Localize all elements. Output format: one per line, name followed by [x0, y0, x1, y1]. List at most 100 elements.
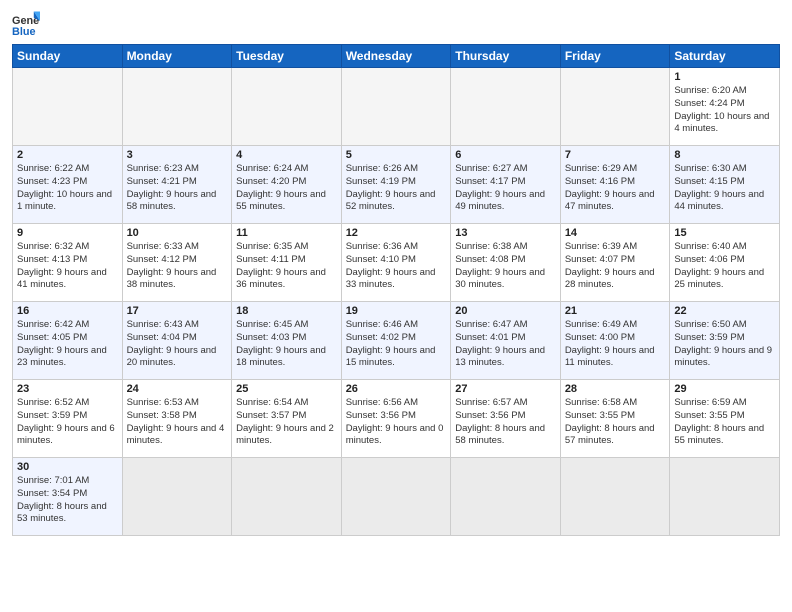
day-number: 17 — [127, 305, 228, 317]
day-info: Sunrise: 6:58 AM Sunset: 3:55 PM Dayligh… — [565, 397, 666, 448]
day-info: Sunrise: 6:27 AM Sunset: 4:17 PM Dayligh… — [455, 163, 556, 214]
day-number: 14 — [565, 227, 666, 239]
day-number: 26 — [346, 383, 447, 395]
day-number: 1 — [674, 71, 775, 83]
calendar-day-empty — [13, 68, 123, 146]
day-info: Sunrise: 6:43 AM Sunset: 4:04 PM Dayligh… — [127, 319, 228, 370]
day-number: 9 — [17, 227, 118, 239]
calendar-table: SundayMondayTuesdayWednesdayThursdayFrid… — [12, 44, 780, 536]
calendar-day-18: 18 Sunrise: 6:45 AM Sunset: 4:03 PM Dayli… — [232, 302, 342, 380]
calendar-week-row: 30 Sunrise: 7:01 AM Sunset: 3:54 PM Dayli… — [13, 458, 780, 536]
weekday-header-saturday: Saturday — [670, 45, 780, 68]
weekday-header-tuesday: Tuesday — [232, 45, 342, 68]
day-info: Sunrise: 7:01 AM Sunset: 3:54 PM Dayligh… — [17, 475, 118, 526]
day-info: Sunrise: 6:35 AM Sunset: 4:11 PM Dayligh… — [236, 241, 337, 292]
calendar-day-16: 16Sunrise: 6:42 AM Sunset: 4:05 PM Dayli… — [13, 302, 123, 380]
calendar-day-empty — [122, 68, 232, 146]
day-number: 10 — [127, 227, 228, 239]
calendar-day-empty — [560, 458, 670, 536]
calendar-day-15: 15 Sunrise: 6:40 AM Sunset: 4:06 PM Dayli… — [670, 224, 780, 302]
calendar-day-24: 24Sunrise: 6:53 AM Sunset: 3:58 PM Dayli… — [122, 380, 232, 458]
day-info: Sunrise: 6:23 AM Sunset: 4:21 PM Dayligh… — [127, 163, 228, 214]
day-number: 4 — [236, 149, 337, 161]
day-info: Sunrise: 6:59 AM Sunset: 3:55 PM Dayligh… — [674, 397, 775, 448]
calendar-day-22: 22 Sunrise: 6:50 AM Sunset: 3:59 PM Dayli… — [670, 302, 780, 380]
day-number: 3 — [127, 149, 228, 161]
day-info: Sunrise: 6:22 AM Sunset: 4:23 PM Dayligh… — [17, 163, 118, 214]
day-info: Sunrise: 6:45 AM Sunset: 4:03 PM Dayligh… — [236, 319, 337, 370]
day-info: Sunrise: 6:24 AM Sunset: 4:20 PM Dayligh… — [236, 163, 337, 214]
day-number: 13 — [455, 227, 556, 239]
day-number: 28 — [565, 383, 666, 395]
day-number: 8 — [674, 149, 775, 161]
calendar-day-9: 9 Sunrise: 6:32 AM Sunset: 4:13 PM Daylig… — [13, 224, 123, 302]
calendar-day-20: 20 Sunrise: 6:47 AM Sunset: 4:01 PM Dayli… — [451, 302, 561, 380]
day-number: 21 — [565, 305, 666, 317]
day-number: 30 — [17, 461, 118, 473]
day-number: 7 — [565, 149, 666, 161]
calendar-day-empty — [670, 458, 780, 536]
day-info: Sunrise: 6:38 AM Sunset: 4:08 PM Dayligh… — [455, 241, 556, 292]
day-number: 12 — [346, 227, 447, 239]
calendar-day-10: 10Sunrise: 6:33 AM Sunset: 4:12 PM Dayli… — [122, 224, 232, 302]
calendar-day-empty — [232, 458, 342, 536]
day-info: Sunrise: 6:54 AM Sunset: 3:57 PM Dayligh… — [236, 397, 337, 448]
weekday-header-thursday: Thursday — [451, 45, 561, 68]
calendar-day-7: 7 Sunrise: 6:29 AM Sunset: 4:16 PM Daylig… — [560, 146, 670, 224]
calendar-header-row: SundayMondayTuesdayWednesdayThursdayFrid… — [13, 45, 780, 68]
day-info: Sunrise: 6:47 AM Sunset: 4:01 PM Dayligh… — [455, 319, 556, 370]
day-number: 24 — [127, 383, 228, 395]
day-info: Sunrise: 6:50 AM Sunset: 3:59 PM Dayligh… — [674, 319, 775, 370]
calendar-day-4: 4 Sunrise: 6:24 AM Sunset: 4:20 PM Daylig… — [232, 146, 342, 224]
svg-text:Blue: Blue — [12, 26, 36, 38]
calendar-week-row: 1 Sunrise: 6:20 AM Sunset: 4:24 PM Daylig… — [13, 68, 780, 146]
day-info: Sunrise: 6:20 AM Sunset: 4:24 PM Dayligh… — [674, 85, 775, 136]
calendar-day-17: 17 Sunrise: 6:43 AM Sunset: 4:04 PM Dayli… — [122, 302, 232, 380]
calendar-day-19: 19Sunrise: 6:46 AM Sunset: 4:02 PM Dayli… — [341, 302, 451, 380]
calendar-day-1: 1 Sunrise: 6:20 AM Sunset: 4:24 PM Daylig… — [670, 68, 780, 146]
day-info: Sunrise: 6:42 AM Sunset: 4:05 PM Dayligh… — [17, 319, 118, 370]
calendar-day-27: 27 Sunrise: 6:57 AM Sunset: 3:56 PM Dayli… — [451, 380, 561, 458]
calendar-day-2: 2 Sunrise: 6:22 AM Sunset: 4:23 PM Daylig… — [13, 146, 123, 224]
day-number: 20 — [455, 305, 556, 317]
day-number: 15 — [674, 227, 775, 239]
calendar-day-23: 23 Sunrise: 6:52 AM Sunset: 3:59 PM Dayli… — [13, 380, 123, 458]
day-number: 2 — [17, 149, 118, 161]
day-number: 11 — [236, 227, 337, 239]
calendar-day-14: 14 Sunrise: 6:39 AM Sunset: 4:07 PM Dayli… — [560, 224, 670, 302]
calendar-day-empty — [341, 68, 451, 146]
day-info: Sunrise: 6:30 AM Sunset: 4:15 PM Dayligh… — [674, 163, 775, 214]
calendar-day-29: 29 Sunrise: 6:59 AM Sunset: 3:55 PM Dayli… — [670, 380, 780, 458]
calendar-day-21: 21Sunrise: 6:49 AM Sunset: 4:00 PM Dayli… — [560, 302, 670, 380]
calendar-week-row: 16Sunrise: 6:42 AM Sunset: 4:05 PM Dayli… — [13, 302, 780, 380]
calendar-week-row: 9 Sunrise: 6:32 AM Sunset: 4:13 PM Daylig… — [13, 224, 780, 302]
day-info: Sunrise: 6:57 AM Sunset: 3:56 PM Dayligh… — [455, 397, 556, 448]
calendar-day-6: 6 Sunrise: 6:27 AM Sunset: 4:17 PM Daylig… — [451, 146, 561, 224]
day-number: 22 — [674, 305, 775, 317]
day-number: 29 — [674, 383, 775, 395]
logo: General Blue — [12, 10, 44, 38]
day-info: Sunrise: 6:52 AM Sunset: 3:59 PM Dayligh… — [17, 397, 118, 448]
weekday-header-monday: Monday — [122, 45, 232, 68]
calendar-day-13: 13 Sunrise: 6:38 AM Sunset: 4:08 PM Dayli… — [451, 224, 561, 302]
calendar-day-3: 3 Sunrise: 6:23 AM Sunset: 4:21 PM Daylig… — [122, 146, 232, 224]
day-number: 18 — [236, 305, 337, 317]
day-number: 23 — [17, 383, 118, 395]
day-info: Sunrise: 6:29 AM Sunset: 4:16 PM Dayligh… — [565, 163, 666, 214]
weekday-header-friday: Friday — [560, 45, 670, 68]
weekday-header-wednesday: Wednesday — [341, 45, 451, 68]
day-info: Sunrise: 6:26 AM Sunset: 4:19 PM Dayligh… — [346, 163, 447, 214]
day-number: 25 — [236, 383, 337, 395]
calendar-day-empty — [451, 458, 561, 536]
calendar-day-5: 5Sunrise: 6:26 AM Sunset: 4:19 PM Daylig… — [341, 146, 451, 224]
day-info: Sunrise: 6:39 AM Sunset: 4:07 PM Dayligh… — [565, 241, 666, 292]
day-number: 19 — [346, 305, 447, 317]
calendar-day-12: 12Sunrise: 6:36 AM Sunset: 4:10 PM Dayli… — [341, 224, 451, 302]
day-info: Sunrise: 6:32 AM Sunset: 4:13 PM Dayligh… — [17, 241, 118, 292]
calendar-day-28: 28 Sunrise: 6:58 AM Sunset: 3:55 PM Dayli… — [560, 380, 670, 458]
day-number: 6 — [455, 149, 556, 161]
day-info: Sunrise: 6:40 AM Sunset: 4:06 PM Dayligh… — [674, 241, 775, 292]
calendar-day-empty — [451, 68, 561, 146]
day-number: 27 — [455, 383, 556, 395]
calendar-day-11: 11 Sunrise: 6:35 AM Sunset: 4:11 PM Dayli… — [232, 224, 342, 302]
